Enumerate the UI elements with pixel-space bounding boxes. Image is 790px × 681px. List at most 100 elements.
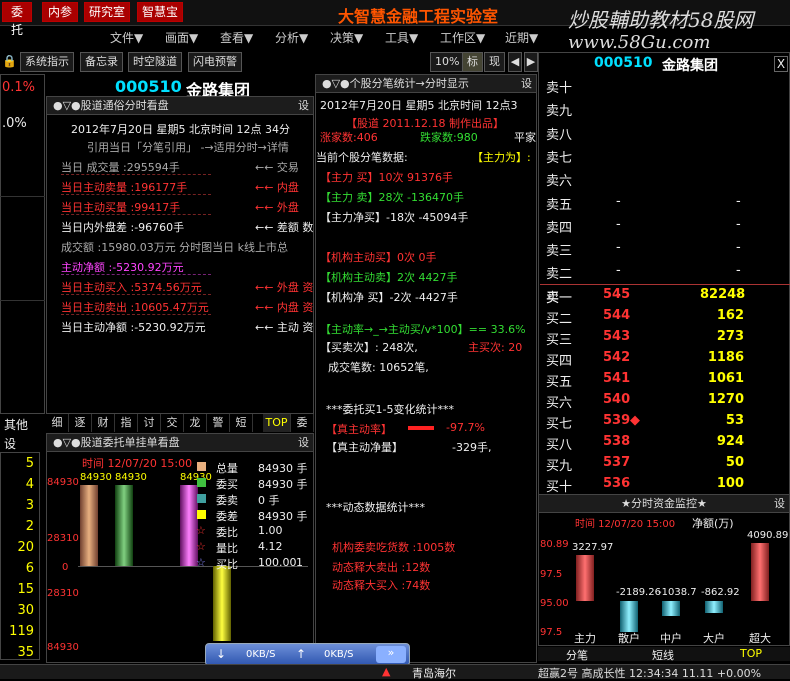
- bid-price[interactable]: 537: [603, 455, 630, 470]
- bid-level-label[interactable]: 买九: [546, 455, 572, 474]
- tab-top[interactable]: TOP: [263, 414, 291, 432]
- bid-volume[interactable]: 1270: [700, 392, 744, 407]
- ask-price: -: [616, 263, 621, 279]
- bid-level-label[interactable]: 买七: [546, 413, 572, 432]
- bid-price[interactable]: 542: [603, 350, 630, 365]
- nav-right-icon[interactable]: ▶: [524, 52, 538, 72]
- menu-view[interactable]: 画面▼: [165, 29, 198, 46]
- bid-volume[interactable]: 100: [700, 476, 744, 491]
- down-count: 跌家数:980: [420, 131, 478, 144]
- bid-level-label[interactable]: 买二: [546, 308, 572, 327]
- tab-index[interactable]: 指: [115, 414, 138, 432]
- main-sell: 【主力 卖】28次 -136470手: [320, 191, 464, 204]
- bid-volume[interactable]: 50: [700, 455, 744, 470]
- stat-note: ←← 外盘: [255, 201, 299, 214]
- panel-tick-set[interactable]: 设: [521, 75, 532, 92]
- legend-val: 0 手: [258, 494, 280, 507]
- bid-volume[interactable]: 162: [700, 308, 744, 323]
- tab-alert[interactable]: 警: [207, 414, 230, 432]
- tab-entrust[interactable]: 委: [291, 414, 314, 432]
- money-set[interactable]: 设: [774, 495, 785, 512]
- bid-price[interactable]: 541: [603, 371, 630, 386]
- bid-price[interactable]: 540: [603, 392, 630, 407]
- bid-price[interactable]: 539: [603, 413, 630, 428]
- bid-level-label[interactable]: 买一: [546, 287, 572, 306]
- order-ylabel: 28310: [47, 533, 79, 544]
- entrust-button[interactable]: 委托: [2, 2, 32, 37]
- bid-level-label[interactable]: 买十: [546, 476, 572, 495]
- bar-label: 84930: [180, 472, 212, 483]
- time-tunnel-button[interactable]: 时空隧道: [128, 52, 182, 72]
- order-ylabel: 0: [62, 562, 69, 573]
- ask-level-label: 卖六: [546, 174, 573, 190]
- tab-exchange[interactable]: 交: [161, 414, 184, 432]
- orderbook-panel: [538, 52, 790, 495]
- menu-file[interactable]: 文件▼: [110, 29, 143, 46]
- inst-sell: 【机构主动卖】2次 4427手: [320, 271, 458, 284]
- tab-top-bottom[interactable]: TOP: [740, 647, 762, 660]
- ob-name: 金路集团: [662, 58, 718, 74]
- flash-alert-button[interactable]: 闪电预警: [188, 52, 242, 72]
- nav-left-icon[interactable]: ◀: [508, 52, 522, 72]
- system-indicator-button[interactable]: 系统指示: [20, 52, 74, 72]
- money-ylabel: 97.5: [540, 627, 563, 638]
- active-ratio: 【主动率→_→主动买/v*100】== 33.6%: [320, 323, 526, 336]
- bid-volume[interactable]: 1186: [700, 350, 744, 365]
- expand-icon[interactable]: »: [376, 646, 406, 663]
- left-num: 119: [9, 624, 34, 639]
- left-pct-1: 0.1%: [2, 80, 36, 95]
- left-num: 30: [17, 603, 34, 618]
- deal-count: 成交笔数: 10652笔,: [328, 361, 429, 374]
- tab-short[interactable]: 短: [230, 414, 253, 432]
- bid-price[interactable]: 545: [603, 287, 630, 302]
- research-button[interactable]: 研究室: [84, 2, 130, 22]
- menu-decision[interactable]: 决策▼: [330, 29, 363, 46]
- bid-level-label[interactable]: 买六: [546, 392, 572, 411]
- menu-look[interactable]: 查看▼: [220, 29, 253, 46]
- bid-volume[interactable]: 273: [700, 329, 744, 344]
- lock-icon[interactable]: 🔒: [2, 54, 17, 68]
- menu-workspace[interactable]: 工作区▼: [440, 29, 485, 46]
- ask-level-label: 卖十: [546, 81, 573, 96]
- money-label: 大户: [703, 632, 725, 645]
- bid-volume[interactable]: 82248: [700, 287, 745, 302]
- tab-ticks[interactable]: 分笔: [566, 647, 588, 663]
- bid-level-label[interactable]: 买八: [546, 434, 572, 453]
- bid-level-label[interactable]: 买四: [546, 350, 572, 369]
- panel-order-set[interactable]: 设: [298, 434, 309, 451]
- percent-button[interactable]: 10%: [430, 52, 465, 72]
- bid-price[interactable]: 538: [603, 434, 630, 449]
- current-button[interactable]: 现: [484, 52, 505, 72]
- network-rate-bar: ↓ 0KB/S ↑ 0KB/S »: [205, 643, 410, 666]
- ask-level-label: 卖九: [546, 104, 573, 120]
- bid-level-label[interactable]: 买五: [546, 371, 572, 390]
- bid-volume[interactable]: 53: [700, 413, 744, 428]
- tab-discuss[interactable]: 讨: [138, 414, 161, 432]
- stat-row: 当日主动净额 :-5230.92万元: [61, 321, 206, 334]
- wisdom-button[interactable]: 智慧宝: [137, 2, 183, 22]
- panel-intraday-set[interactable]: 设: [298, 97, 309, 114]
- legend-extra: 1: [296, 556, 303, 569]
- menu-analyze[interactable]: 分析▼: [275, 29, 308, 46]
- neican-button[interactable]: 内参: [42, 2, 78, 22]
- mark-button[interactable]: 标: [462, 52, 483, 72]
- tab-finance[interactable]: 财: [92, 414, 115, 432]
- money-label: 散户: [618, 632, 640, 645]
- entrust-section: ***委托买1-5变化统计***: [326, 403, 454, 416]
- bid-volume[interactable]: 1061: [700, 371, 744, 386]
- bid-price[interactable]: 544: [603, 308, 630, 323]
- tab-trade[interactable]: 逐: [69, 414, 92, 432]
- menu-recent[interactable]: 近期▼: [505, 29, 538, 46]
- tab-detail[interactable]: 细: [46, 414, 69, 432]
- bid-level-label[interactable]: 买三: [546, 329, 572, 348]
- bid-volume[interactable]: 924: [700, 434, 744, 449]
- bid-price[interactable]: 536: [603, 476, 630, 491]
- tab-shortline[interactable]: 短线: [652, 647, 674, 663]
- legend-swatch: [197, 510, 206, 519]
- memo-button[interactable]: 备忘录: [80, 52, 123, 72]
- bid-price[interactable]: 543: [603, 329, 630, 344]
- close-icon[interactable]: X: [774, 56, 788, 72]
- menu-tools[interactable]: 工具▼: [385, 29, 418, 46]
- tab-dragon[interactable]: 龙: [184, 414, 207, 432]
- left-set-button[interactable]: 设: [4, 435, 16, 452]
